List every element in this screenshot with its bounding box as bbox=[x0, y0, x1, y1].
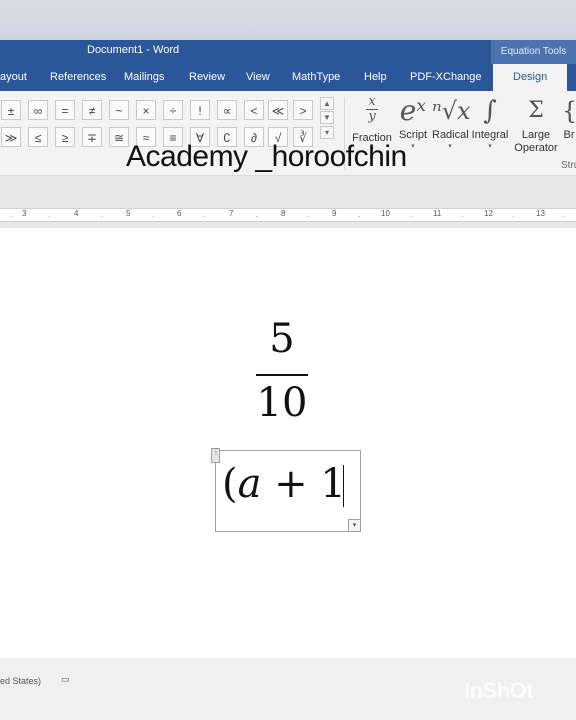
tab-help[interactable]: Help bbox=[364, 71, 387, 83]
ruler-number: 9 bbox=[332, 209, 337, 218]
ribbon-collapse-area bbox=[0, 176, 576, 208]
fraction-bar bbox=[256, 374, 308, 376]
equation-variable: a bbox=[237, 461, 262, 507]
symbol-factorial[interactable]: ! bbox=[190, 100, 210, 120]
symbol-minus-plus[interactable]: ∓ bbox=[82, 127, 102, 147]
title-bar: Document1 - Word Equation Tools bbox=[0, 40, 576, 64]
bracket-icon: { bbox=[562, 97, 576, 125]
integral-icon: ∫ bbox=[483, 96, 497, 126]
radical-button[interactable]: ⁿ√x Radical ▾ bbox=[432, 93, 471, 163]
large-operator-button[interactable]: Σ Large Operator bbox=[512, 93, 560, 163]
symbol-proportional[interactable]: ∝ bbox=[217, 100, 237, 120]
top-blank-area bbox=[0, 0, 576, 40]
watermark-text: Academy _horoofchin bbox=[126, 140, 407, 173]
ruler-number: 10 bbox=[381, 209, 390, 218]
document-area: 5 10 ⋮ (a + 1 ▾ bbox=[0, 222, 576, 658]
fraction-denominator: 10 bbox=[256, 380, 308, 426]
symbol-times[interactable]: × bbox=[136, 100, 156, 120]
ribbon-tabs: ayout References Mailings Review View Ma… bbox=[0, 64, 576, 91]
tab-references[interactable]: References bbox=[50, 71, 106, 83]
summation-icon: Σ bbox=[528, 98, 544, 123]
ruler-number: 11 bbox=[433, 209, 442, 218]
ruler-number: 3 bbox=[22, 209, 27, 218]
chevron-down-icon: ▾ bbox=[448, 143, 452, 150]
structures-group-label: Stru bbox=[561, 160, 576, 171]
equation-move-handle[interactable]: ⋮ bbox=[211, 448, 220, 463]
equation-content[interactable]: (a + 1 bbox=[222, 461, 346, 507]
ruler-number: 12 bbox=[484, 209, 493, 218]
ruler-number: 8 bbox=[281, 209, 286, 218]
open-paren: ( bbox=[222, 461, 238, 507]
fraction-icon: x y bbox=[350, 95, 394, 132]
ruler-number: 7 bbox=[229, 209, 234, 218]
radical-icon: ⁿ√x bbox=[432, 97, 471, 125]
equation-tools-label: Equation Tools bbox=[491, 40, 576, 64]
fraction-numerator: 5 bbox=[269, 316, 295, 362]
chevron-down-icon: ▾ bbox=[488, 143, 492, 150]
symbol-plus-minus[interactable]: ± bbox=[1, 100, 21, 120]
tab-view[interactable]: View bbox=[246, 71, 270, 83]
integral-button[interactable]: ∫ Integral ▾ bbox=[470, 93, 510, 163]
language-status[interactable]: ed States) bbox=[0, 676, 41, 686]
equation-editor[interactable]: ⋮ (a + 1 ▾ bbox=[211, 448, 361, 532]
symbol-much-greater[interactable]: ≫ bbox=[1, 127, 21, 147]
horizontal-ruler[interactable]: · 3 · 4 · 5 · 6 · 7 · 8 · 9 · 10 · 11 · … bbox=[0, 208, 576, 222]
ruler-number: 6 bbox=[177, 209, 182, 218]
tab-design[interactable]: Design bbox=[493, 64, 568, 91]
ruler-number: 5 bbox=[126, 209, 131, 218]
gallery-scroll-down-button[interactable]: ▼ bbox=[320, 111, 334, 124]
symbol-infinity[interactable]: ∞ bbox=[28, 100, 48, 120]
equation-rest: + 1 bbox=[261, 461, 346, 507]
large-operator-label-1: Large bbox=[521, 129, 551, 141]
document-page[interactable]: 5 10 ⋮ (a + 1 ▾ bbox=[0, 228, 576, 658]
tab-pdf-xchange[interactable]: PDF-XChange bbox=[410, 71, 482, 83]
script-icon: eˣ bbox=[399, 94, 427, 127]
tab-layout[interactable]: ayout bbox=[0, 71, 27, 83]
symbol-much-less[interactable]: ≪ bbox=[268, 100, 288, 120]
ruler-number: 4 bbox=[74, 209, 79, 218]
symbol-equals[interactable]: = bbox=[55, 100, 75, 120]
bracket-label: Br bbox=[563, 129, 575, 141]
gallery-scroll-up-button[interactable]: ▲ bbox=[320, 97, 334, 110]
symbol-greater-than[interactable]: > bbox=[293, 100, 313, 120]
symbol-not-equal[interactable]: ≠ bbox=[82, 100, 102, 120]
tab-review[interactable]: Review bbox=[189, 71, 225, 83]
symbol-less-equal[interactable]: ≤ bbox=[28, 127, 48, 147]
ruler-number: 13 bbox=[536, 209, 545, 218]
inshot-watermark: InShOt bbox=[464, 678, 534, 703]
tab-mathtype[interactable]: MathType bbox=[292, 71, 340, 83]
equation-options-button[interactable]: ▾ bbox=[348, 519, 361, 532]
gallery-more-button[interactable]: ▾ bbox=[320, 126, 334, 139]
symbol-divide[interactable]: ÷ bbox=[163, 100, 183, 120]
symbol-less-than[interactable]: < bbox=[244, 100, 264, 120]
tab-mailings[interactable]: Mailings bbox=[124, 71, 164, 83]
accessibility-icon[interactable]: ▭ bbox=[61, 674, 70, 685]
large-operator-label-2: Operator bbox=[514, 142, 558, 154]
radical-label: Radical bbox=[432, 129, 469, 141]
window-title: Document1 - Word bbox=[87, 44, 180, 56]
text-caret bbox=[343, 465, 344, 507]
integral-label: Integral bbox=[471, 129, 509, 141]
symbol-greater-equal[interactable]: ≥ bbox=[55, 127, 75, 147]
bracket-button[interactable]: { Br bbox=[562, 93, 576, 163]
symbol-tilde[interactable]: ~ bbox=[109, 100, 129, 120]
